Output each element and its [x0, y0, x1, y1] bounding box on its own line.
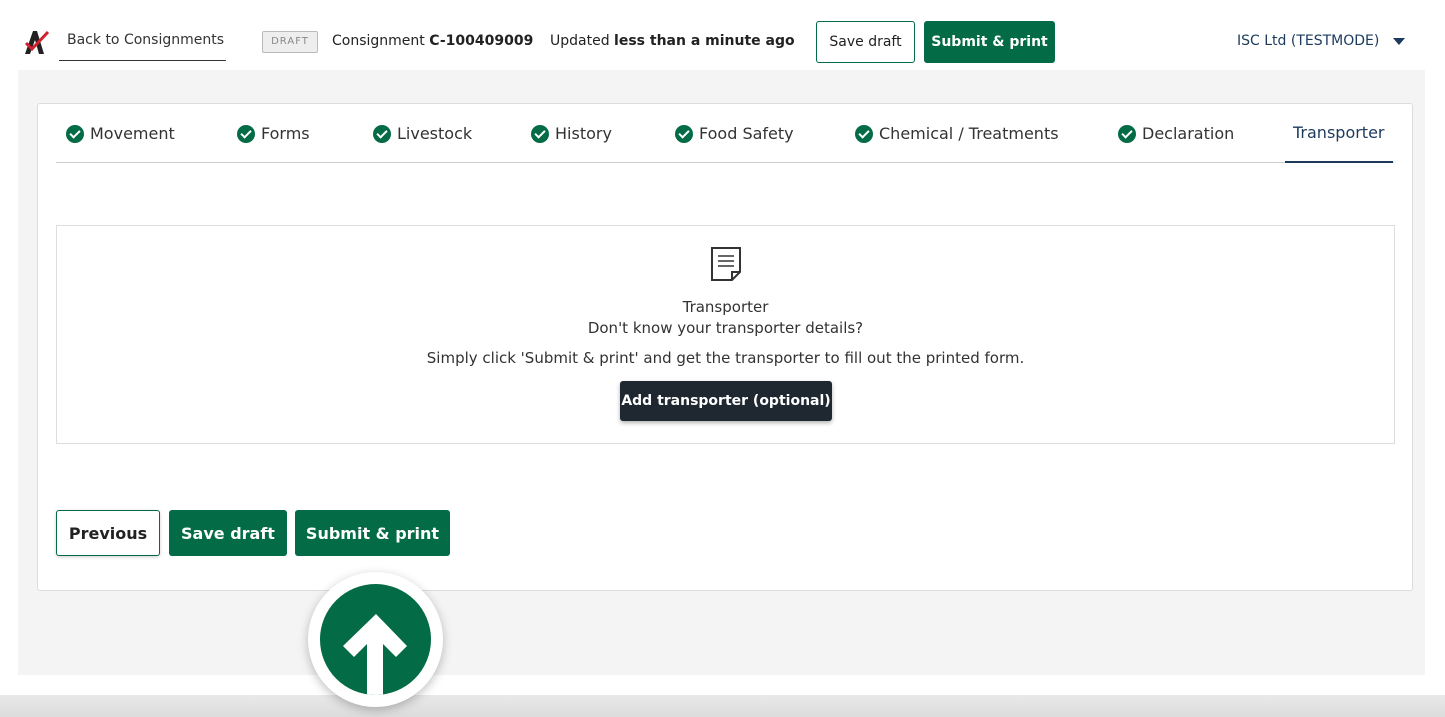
bottom-shadow — [0, 695, 1445, 717]
tab-movement[interactable]: Movement — [66, 104, 175, 163]
transporter-subtitle: Don't know your transporter details? — [587, 319, 864, 337]
tab-declaration[interactable]: Declaration — [1118, 104, 1234, 163]
logo-icon — [24, 30, 50, 54]
updated-label: Updated less than a minute ago — [550, 33, 795, 49]
check-circle-icon — [531, 124, 549, 143]
check-circle-icon — [373, 124, 391, 143]
arrow-indicator — [308, 572, 443, 707]
check-circle-icon — [66, 124, 84, 143]
tab-forms[interactable]: Forms — [237, 104, 310, 163]
tab-chemical-treatments[interactable]: Chemical / Treatments — [855, 104, 1059, 163]
back-to-consignments-link[interactable]: Back to Consignments — [59, 22, 226, 61]
tab-history[interactable]: History — [531, 104, 612, 163]
check-circle-icon — [675, 124, 693, 143]
submit-print-button[interactable]: Submit & print — [295, 510, 450, 556]
tab-livestock[interactable]: Livestock — [373, 104, 472, 163]
header-submit-print-button[interactable]: Submit & print — [924, 21, 1055, 63]
status-badge: DRAFT — [262, 31, 318, 53]
top-bar: Back to Consignments DRAFT Consignment C… — [0, 0, 1445, 70]
check-circle-icon — [237, 124, 255, 143]
transporter-panel: Transporter Don't know your transporter … — [56, 225, 1395, 444]
check-circle-icon — [1118, 124, 1136, 143]
document-icon — [711, 247, 741, 281]
check-circle-icon — [855, 124, 873, 143]
consignment-label: Consignment C-100409009 — [332, 33, 534, 49]
header-save-draft-button[interactable]: Save draft — [816, 21, 915, 63]
transporter-hint: Simply click 'Submit & print' and get th… — [426, 349, 1025, 367]
previous-button[interactable]: Previous — [56, 510, 160, 556]
tab-transporter[interactable]: Transporter — [1285, 104, 1393, 163]
save-draft-button[interactable]: Save draft — [169, 510, 287, 556]
tab-bar: Movement Forms Livestock History Food Sa… — [56, 104, 1394, 163]
arrow-up-icon — [343, 614, 407, 695]
add-transporter-button[interactable]: Add transporter (optional) — [620, 381, 832, 421]
tab-food-safety[interactable]: Food Safety — [675, 104, 794, 163]
transporter-title: Transporter — [682, 298, 769, 316]
chevron-down-icon[interactable] — [1393, 38, 1405, 45]
org-selector[interactable]: ISC Ltd (TESTMODE) — [1237, 33, 1379, 49]
